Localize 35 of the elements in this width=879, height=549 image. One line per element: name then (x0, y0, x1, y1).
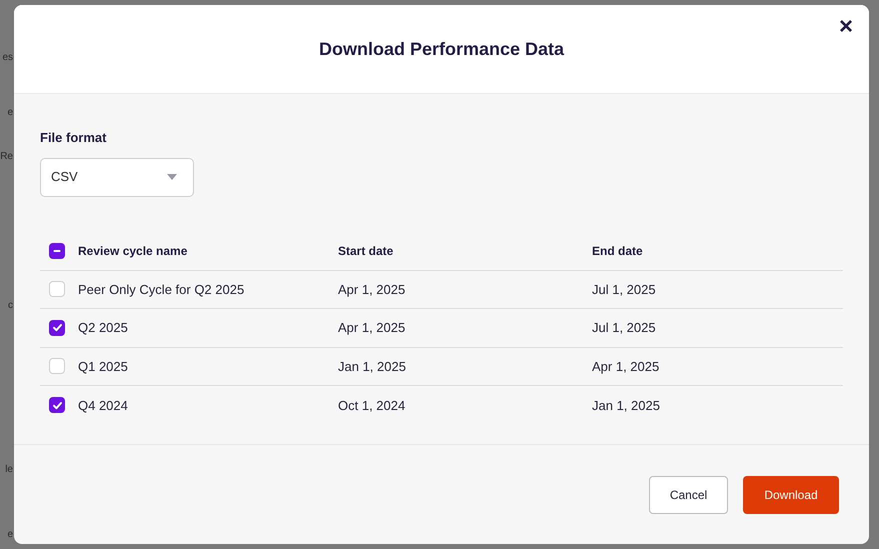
download-button[interactable]: Download (743, 476, 839, 514)
table-cell-text: Jul 1, 2025 (592, 319, 656, 337)
table-cell-text: Jul 1, 2025 (592, 280, 656, 298)
background-text: le (5, 463, 13, 477)
background-text: c (8, 299, 13, 313)
table-cell-text: Q2 2025 (78, 319, 129, 337)
file-format-select[interactable]: CSV (40, 158, 194, 196)
check-icon (52, 400, 62, 411)
column-header: Review cycle name (78, 243, 188, 260)
table-cell-text: Apr 1, 2025 (592, 358, 660, 376)
checkbox[interactable] (49, 320, 65, 336)
checkbox[interactable] (49, 281, 65, 298)
checkbox[interactable] (49, 243, 65, 259)
table-cell-text: Jan 1, 2025 (592, 396, 660, 414)
checkbox[interactable] (49, 397, 65, 414)
dropdown-caret-icon (167, 174, 177, 180)
column-header: End date (592, 243, 643, 260)
background-text: es (2, 51, 13, 65)
column-header: Start date (338, 243, 394, 260)
background-text: e (7, 106, 13, 120)
table-cell-text: Apr 1, 2025 (338, 319, 406, 337)
table-cell-text: Apr 1, 2025 (338, 280, 406, 299)
table-cell-text: Oct 1, 2024 (338, 396, 406, 414)
background-text: e (7, 528, 13, 542)
table-cell-text: Peer Only Cycle for Q2 2025 (78, 280, 246, 299)
table-cell-text: Q4 2024 (78, 396, 129, 414)
close-button[interactable]: × (834, 15, 857, 39)
dialog-title: Download Performance Data (318, 38, 564, 60)
check-icon (52, 322, 62, 334)
checkbox[interactable] (49, 358, 65, 374)
table-cell-text: Q1 2025 (78, 358, 129, 376)
field-label: File format (40, 129, 108, 147)
background-text: Re (0, 150, 13, 164)
cancel-button[interactable]: Cancel (649, 476, 728, 514)
table-cell-text: Jan 1, 2025 (338, 358, 407, 376)
